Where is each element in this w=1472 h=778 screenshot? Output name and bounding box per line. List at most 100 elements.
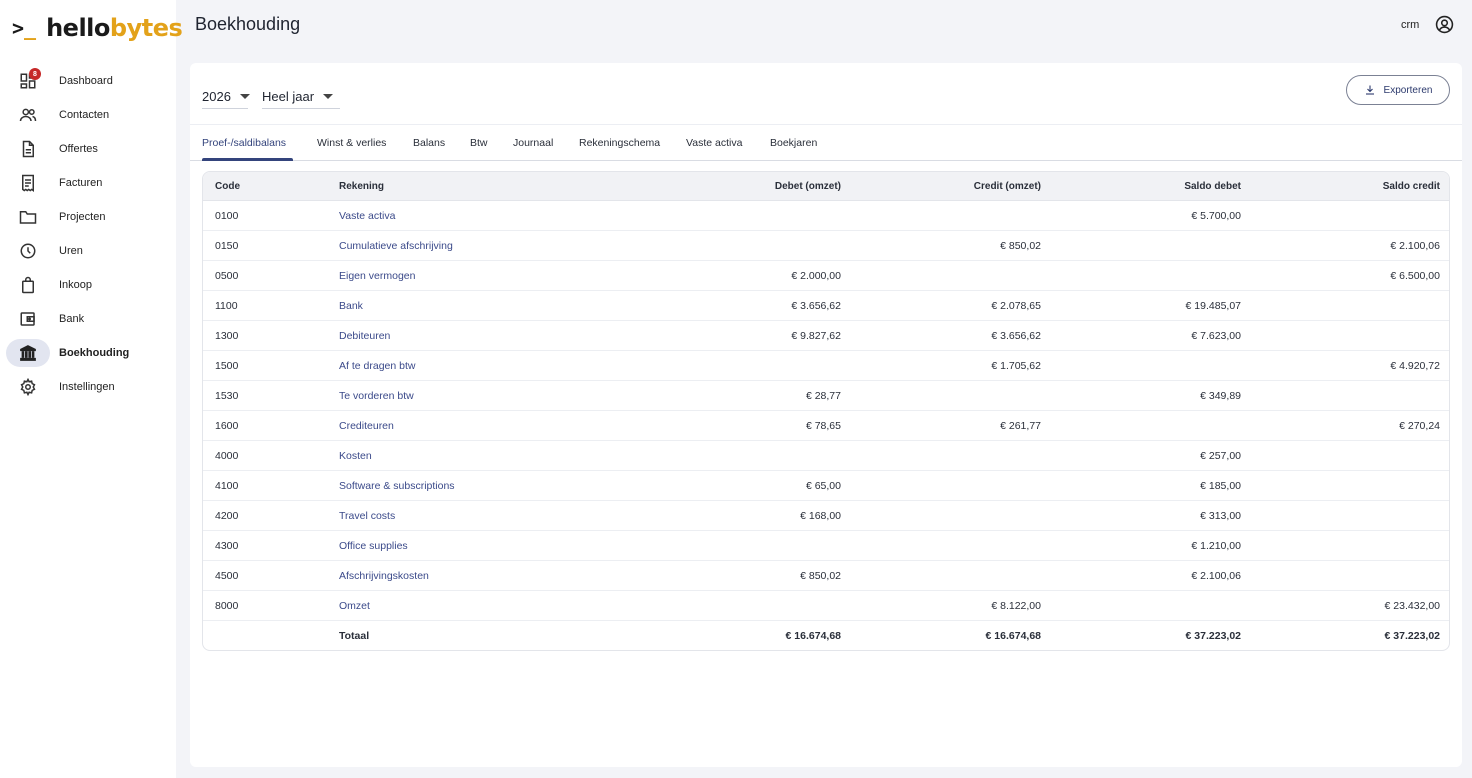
sidebar-item-label: Dashboard bbox=[59, 75, 113, 87]
cell-debit: € 65,00 bbox=[805, 479, 841, 492]
table-row: 4000 Kosten € 257,00 bbox=[203, 441, 1449, 471]
tab-boekjaren[interactable]: Boekjaren bbox=[770, 125, 817, 161]
column-header-balance-debit[interactable]: Saldo debet bbox=[1184, 172, 1241, 200]
account-link[interactable]: Kosten bbox=[339, 441, 372, 470]
account-link[interactable]: Vaste activa bbox=[339, 201, 395, 230]
sidebar-item-instellingen[interactable]: Instellingen bbox=[0, 370, 176, 404]
sidebar-item-label: Uren bbox=[59, 245, 83, 257]
cell-debit: € 3.656,62 bbox=[791, 299, 841, 312]
cell-code: 1300 bbox=[215, 329, 239, 342]
account-link[interactable]: Software & subscriptions bbox=[339, 471, 455, 500]
table-row: 1530 Te vorderen btw € 28,77 € 349,89 bbox=[203, 381, 1449, 411]
cell-code: 0150 bbox=[215, 239, 239, 252]
account-link[interactable]: Afschrijvingskosten bbox=[339, 561, 429, 590]
cell-balance-debit: € 185,00 bbox=[1200, 479, 1241, 492]
chevron-down-icon bbox=[239, 94, 250, 99]
app-logo[interactable]: >_ hellobytes bbox=[12, 12, 183, 44]
cell-credit: € 850,02 bbox=[1000, 239, 1041, 252]
account-link[interactable]: Af te dragen btw bbox=[339, 351, 415, 380]
cell-credit: € 3.656,62 bbox=[991, 329, 1041, 342]
sidebar-item-label: Inkoop bbox=[59, 279, 93, 291]
user-name: crm bbox=[1401, 19, 1420, 31]
table-row: 1500 Af te dragen btw € 1.705,62 € 4.920… bbox=[203, 351, 1449, 381]
year-select[interactable]: 2026 bbox=[202, 85, 250, 109]
column-header-balance-credit[interactable]: Saldo credit bbox=[1383, 172, 1440, 200]
sidebar-item-dashboard[interactable]: 8 Dashboard bbox=[0, 64, 176, 98]
document-icon bbox=[6, 135, 50, 163]
sidebar-item-bank[interactable]: Bank bbox=[0, 302, 176, 336]
column-header-credit[interactable]: Credit (omzet) bbox=[974, 172, 1041, 200]
cell-code: 0100 bbox=[215, 209, 239, 222]
export-button[interactable]: Exporteren bbox=[1346, 75, 1450, 105]
tab-journaal[interactable]: Journaal bbox=[513, 125, 553, 161]
download-icon bbox=[1365, 85, 1374, 95]
sidebar-item-contacten[interactable]: Contacten bbox=[0, 98, 176, 132]
account-circle-icon[interactable] bbox=[1435, 15, 1454, 34]
tab-btw[interactable]: Btw bbox=[470, 125, 488, 161]
account-link[interactable]: Bank bbox=[339, 291, 363, 320]
people-icon bbox=[6, 101, 50, 129]
account-link[interactable]: Te vorderen btw bbox=[339, 381, 414, 410]
total-balance-debit: € 37.223,02 bbox=[1185, 630, 1241, 642]
export-button-label: Exporteren bbox=[1383, 84, 1433, 96]
cell-balance-credit: € 270,24 bbox=[1399, 419, 1440, 432]
tab-winst-verlies[interactable]: Winst & verlies bbox=[317, 125, 386, 161]
page-title: Boekhouding bbox=[195, 14, 301, 34]
table-row: 4100 Software & subscriptions € 65,00 € … bbox=[203, 471, 1449, 501]
cell-debit: € 2.000,00 bbox=[791, 269, 841, 282]
sidebar-item-offertes[interactable]: Offertes bbox=[0, 132, 176, 166]
table-row: 4500 Afschrijvingskosten € 850,02 € 2.10… bbox=[203, 561, 1449, 591]
tab-balans[interactable]: Balans bbox=[413, 125, 445, 161]
logo-prompt: >_ bbox=[12, 16, 37, 40]
account-link[interactable]: Cumulatieve afschrijving bbox=[339, 231, 453, 260]
cell-debit: € 9.827,62 bbox=[791, 329, 841, 342]
wallet-icon bbox=[6, 305, 50, 333]
receipt-icon bbox=[6, 169, 50, 197]
account-link[interactable]: Omzet bbox=[339, 591, 370, 620]
account-link[interactable]: Eigen vermogen bbox=[339, 261, 415, 290]
period-select-value: Heel jaar bbox=[262, 89, 315, 104]
sidebar-item-inkoop[interactable]: Inkoop bbox=[0, 268, 176, 302]
notification-badge: 8 bbox=[29, 68, 41, 80]
cell-debit: € 28,77 bbox=[805, 389, 841, 402]
account-link[interactable]: Crediteuren bbox=[339, 411, 394, 440]
table-row: 0100 Vaste activa € 5.700,00 bbox=[203, 201, 1449, 231]
gear-icon bbox=[6, 373, 50, 401]
sidebar-item-label: Instellingen bbox=[59, 381, 115, 393]
cell-credit: € 2.078,65 bbox=[991, 299, 1041, 312]
total-debit: € 16.674,68 bbox=[785, 630, 841, 642]
account-link[interactable]: Debiteuren bbox=[339, 321, 390, 350]
cell-code: 4500 bbox=[215, 569, 239, 582]
cell-balance-debit: € 349,89 bbox=[1200, 389, 1241, 402]
cell-balance-debit: € 19.485,07 bbox=[1185, 299, 1241, 312]
account-link[interactable]: Office supplies bbox=[339, 531, 408, 560]
sidebar-item-projecten[interactable]: Projecten bbox=[0, 200, 176, 234]
tab-bar: Proef-/saldibalans Winst & verlies Balan… bbox=[190, 125, 1462, 161]
tab-proef-saldibalans[interactable]: Proef-/saldibalans bbox=[202, 125, 286, 161]
period-select[interactable]: Heel jaar bbox=[262, 85, 340, 109]
sidebar-item-label: Facturen bbox=[59, 177, 103, 189]
tab-vaste-activa[interactable]: Vaste activa bbox=[686, 125, 742, 161]
logo-wordmark: hellobytes bbox=[46, 14, 183, 42]
tab-rekeningschema[interactable]: Rekeningschema bbox=[579, 125, 660, 161]
cell-code: 0500 bbox=[215, 269, 239, 282]
cell-code: 4300 bbox=[215, 539, 239, 552]
cell-code: 1600 bbox=[215, 419, 239, 432]
cell-balance-debit: € 2.100,06 bbox=[1191, 569, 1241, 582]
total-credit: € 16.674,68 bbox=[985, 630, 1041, 642]
sidebar-item-label: Boekhouding bbox=[59, 347, 130, 359]
cell-balance-credit: € 23.432,00 bbox=[1384, 599, 1440, 612]
account-link[interactable]: Travel costs bbox=[339, 501, 395, 530]
main-card: 2026 Heel jaar Exporteren Proef-/saldiba… bbox=[190, 63, 1462, 767]
column-header-code[interactable]: Code bbox=[215, 172, 240, 200]
sidebar-item-label: Bank bbox=[59, 313, 85, 325]
column-header-debit[interactable]: Debet (omzet) bbox=[775, 172, 841, 200]
table-row: 1300 Debiteuren € 9.827,62 € 3.656,62 € … bbox=[203, 321, 1449, 351]
sidebar-item-uren[interactable]: Uren bbox=[0, 234, 176, 268]
trial-balance-table: Code Rekening Debet (omzet) Credit (omze… bbox=[202, 171, 1450, 651]
sidebar-item-facturen[interactable]: Facturen bbox=[0, 166, 176, 200]
cell-balance-debit: € 7.623,00 bbox=[1191, 329, 1241, 342]
column-header-account[interactable]: Rekening bbox=[339, 172, 384, 200]
sidebar-item-boekhouding[interactable]: Boekhouding bbox=[0, 336, 176, 370]
dashboard-icon bbox=[6, 67, 50, 95]
